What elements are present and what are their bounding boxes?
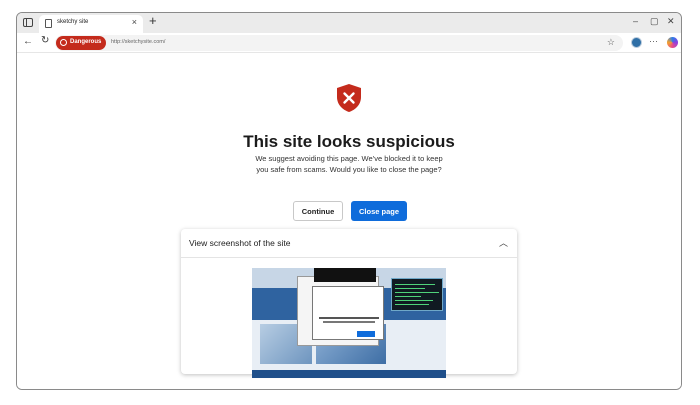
thumb-footer [252,370,446,378]
profile-avatar[interactable] [631,37,642,48]
chevron-up-icon[interactable]: ︿ [499,236,508,249]
url-text[interactable]: http://sketchysite.com/ [111,39,165,45]
tab-strip: sketchy site × + – ▢ ✕ [17,13,681,33]
thumb-alert [314,268,376,282]
back-arrow-icon[interactable]: ← [23,36,33,47]
warning-page: This site looks suspicious We suggest av… [17,54,681,389]
maximize-icon[interactable]: ▢ [650,16,659,27]
thumb-popup-button [357,331,375,337]
thumb-popup [312,286,384,340]
screenshot-card-title[interactable]: View screenshot of the site [189,238,290,248]
shield-x-icon [337,84,361,112]
minimize-icon[interactable]: – [633,16,638,26]
continue-button[interactable]: Continue [293,201,343,221]
close-page-button[interactable]: Close page [351,201,407,221]
refresh-icon[interactable]: ↻ [41,35,49,46]
close-window-icon[interactable]: ✕ [667,16,675,27]
page-title: This site looks suspicious [243,132,455,151]
thumb-popup-line [319,317,379,319]
screenshot-card: View screenshot of the site ︿ [181,229,517,378]
divider [181,257,517,258]
close-tab-icon[interactable]: × [132,17,137,27]
page-icon [45,19,52,28]
tab-sketchy-site[interactable]: sketchy site × [39,15,143,33]
warning-message: We suggest avoiding this page. We’ve blo… [255,154,443,174]
dangerous-badge[interactable]: Dangerous [56,36,106,50]
copilot-icon[interactable] [667,37,678,48]
sidebar-toggle-icon[interactable] [23,18,33,27]
toolbar: ← ↻ Dangerous http://sketchysite.com/ ☆ … [17,33,681,53]
warning-circle-icon [60,39,67,46]
new-tab-icon[interactable]: + [149,13,157,28]
thumb-terminal [391,278,443,311]
site-screenshot-image [252,268,446,378]
thumb-popup-line-2 [323,321,375,323]
dangerous-label: Dangerous [70,39,102,45]
address-bar[interactable]: Dangerous http://sketchysite.com/ ☆ [55,35,623,51]
more-menu-icon[interactable]: ··· [649,36,658,46]
favorite-star-icon[interactable]: ☆ [607,37,615,48]
browser-window: sketchy site × + – ▢ ✕ ← ↻ Dangerous htt… [16,12,682,390]
tab-title: sketchy site [57,19,89,25]
